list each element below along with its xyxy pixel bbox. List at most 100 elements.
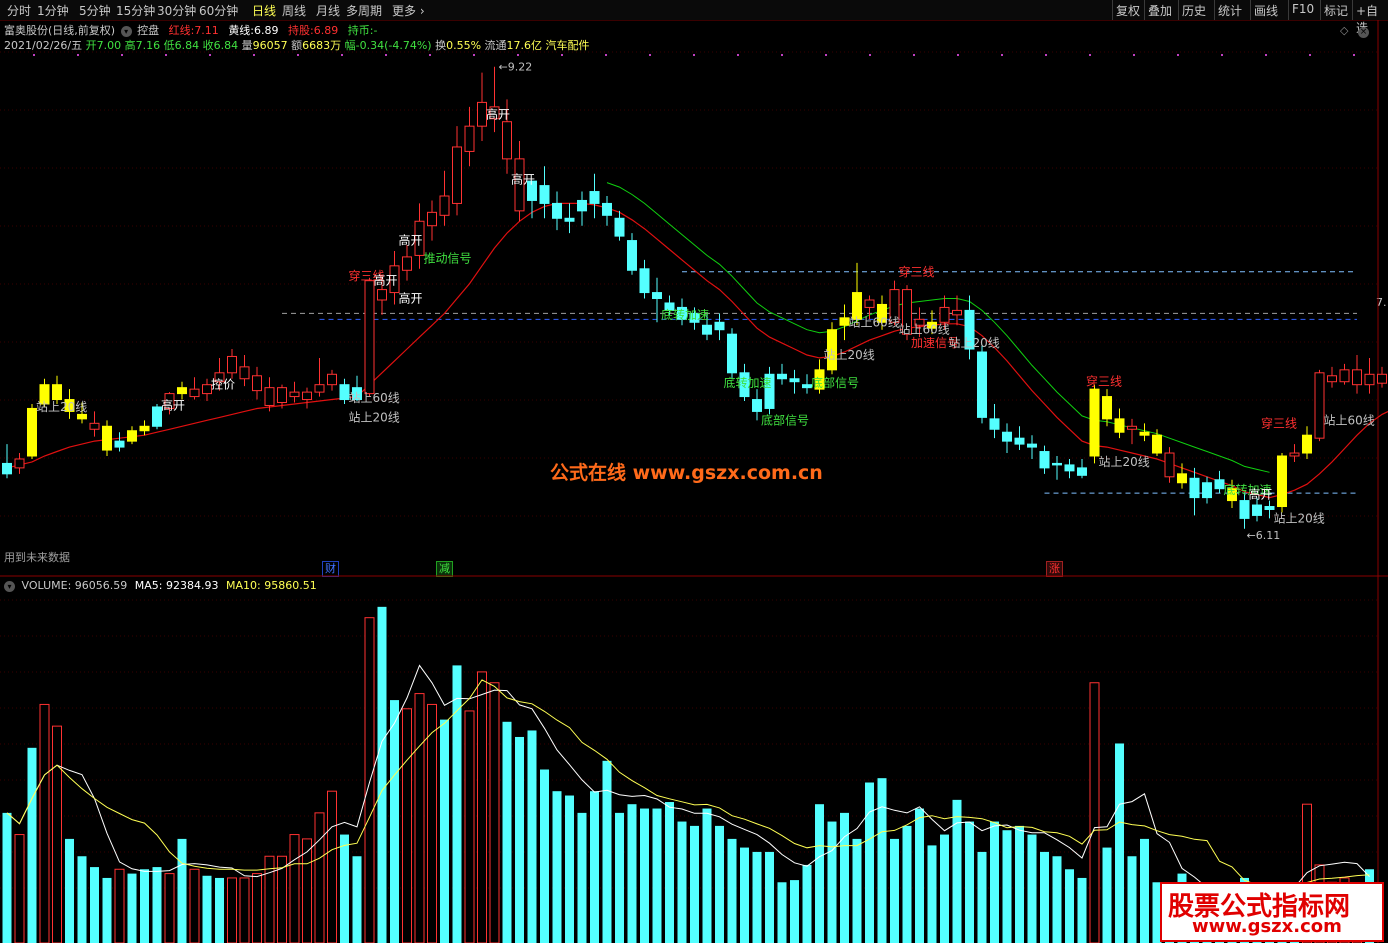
marker-dot [825,54,827,56]
volume-bar [1102,847,1112,943]
marker-dot [913,54,915,56]
candle-body [952,309,962,316]
marker-dot [473,54,475,56]
toolbar: 分时 1分钟 5分钟 15分钟 30分钟 60分钟 日线 周线 月线 多周期 更多 › 复权 叠加 历史… [0,0,1388,35]
candle-body [1114,418,1125,433]
tab-4[interactable]: 30分钟 [157,2,196,19]
tab-6[interactable]: 日线 [252,2,276,19]
volume-ma5-line [6,664,1370,893]
candle-body [402,256,412,271]
tab-3[interactable]: 15分钟 [116,2,155,19]
volume-bar [440,719,449,943]
candle-body [102,425,112,451]
tab-2[interactable]: 5分钟 [79,2,111,19]
tab-0[interactable]: 分时 [7,2,31,19]
toolbar-button-0[interactable]: 复权 [1116,2,1140,19]
volume-bar [127,873,137,943]
candle-body [727,333,737,374]
candle-body [1027,443,1037,448]
tab-7[interactable]: 周线 [282,2,306,19]
volume-bar [289,834,300,943]
tab-8[interactable]: 月线 [316,2,340,19]
signal-label: 底转加速 [724,375,772,390]
volume-bar [990,821,999,943]
volume-bar [515,736,524,943]
toolbar-separator [1352,0,1353,20]
tab-10[interactable]: 更多 › [392,2,425,19]
toolbar-button-5[interactable]: F10 [1292,2,1314,16]
toolbar-button-3[interactable]: 统计 [1218,2,1242,19]
volume-bar [815,804,824,943]
marker-dot [33,54,35,56]
volume-bar [652,808,662,943]
volume-bar [902,825,912,943]
toolbar-button-4[interactable]: 画线 [1254,2,1278,19]
marker-dot [781,54,783,56]
volume-bar [164,873,175,943]
candle-body [177,387,187,395]
candle-body [277,387,287,404]
volume-bar [27,747,37,943]
volume-bar [952,799,962,943]
high-price-label: ←9.22 [499,61,533,74]
volume-bar [427,703,437,943]
volume-bar [464,710,475,943]
signal-label: 穿三线 [1086,374,1122,389]
volume-bar [477,671,487,943]
candle-body [1239,500,1250,519]
candle-body [1102,396,1112,420]
marker-dot [869,54,871,56]
candle-body [77,413,87,420]
low-price-label: ←6.11 [1247,529,1281,542]
candle-body [639,268,650,294]
volume-bar [1027,834,1037,943]
marker-dot [385,54,387,56]
candle-body [614,217,625,237]
candle-body [627,240,637,271]
candle-body [1139,431,1150,436]
volume-bar [865,782,874,943]
candle-body [364,280,375,395]
marker-dot [1133,54,1135,56]
volume-bar [114,868,125,943]
volume-bar [890,838,899,943]
candle-body [127,430,137,442]
volume-bar [727,838,737,943]
volume-bar [90,867,99,943]
volume-bar [877,778,887,943]
candle-body [1177,473,1187,484]
toolbar-button-1[interactable]: 叠加 [1148,2,1172,19]
volume-bar [202,875,212,943]
candle-body [227,355,237,374]
volume-bar [252,873,262,943]
volume-bar [627,804,637,943]
candle-body [452,146,462,204]
signal-label: 站上60线 [849,315,900,329]
candle-body [1252,504,1262,516]
volume-bar [402,708,412,943]
tab-1[interactable]: 1分钟 [37,2,69,19]
toolbar-button-2[interactable]: 历史 [1182,2,1206,19]
volume-bar [840,812,849,943]
volume-bar [377,606,387,943]
toolbar-separator [1288,0,1289,20]
candle-body [1289,452,1300,457]
volume-bar [590,791,599,943]
candle-body [89,422,100,430]
candle-body [1064,464,1075,472]
candle-body [1002,431,1012,442]
candle-body [1339,369,1350,383]
volume-bar [852,838,862,943]
marker-dot [957,54,959,56]
volume-bar [527,730,537,943]
signal-label: 站上60线 [1324,413,1375,427]
candle-body [652,292,662,300]
marker-dot [341,54,343,56]
candle-body [539,185,550,204]
toolbar-separator [1112,0,1113,20]
candle-body [989,418,1000,430]
tab-9[interactable]: 多周期 [346,2,382,19]
volume-bar [615,812,624,943]
tab-5[interactable]: 60分钟 [199,2,238,19]
toolbar-button-6[interactable]: 标记 [1324,2,1348,19]
